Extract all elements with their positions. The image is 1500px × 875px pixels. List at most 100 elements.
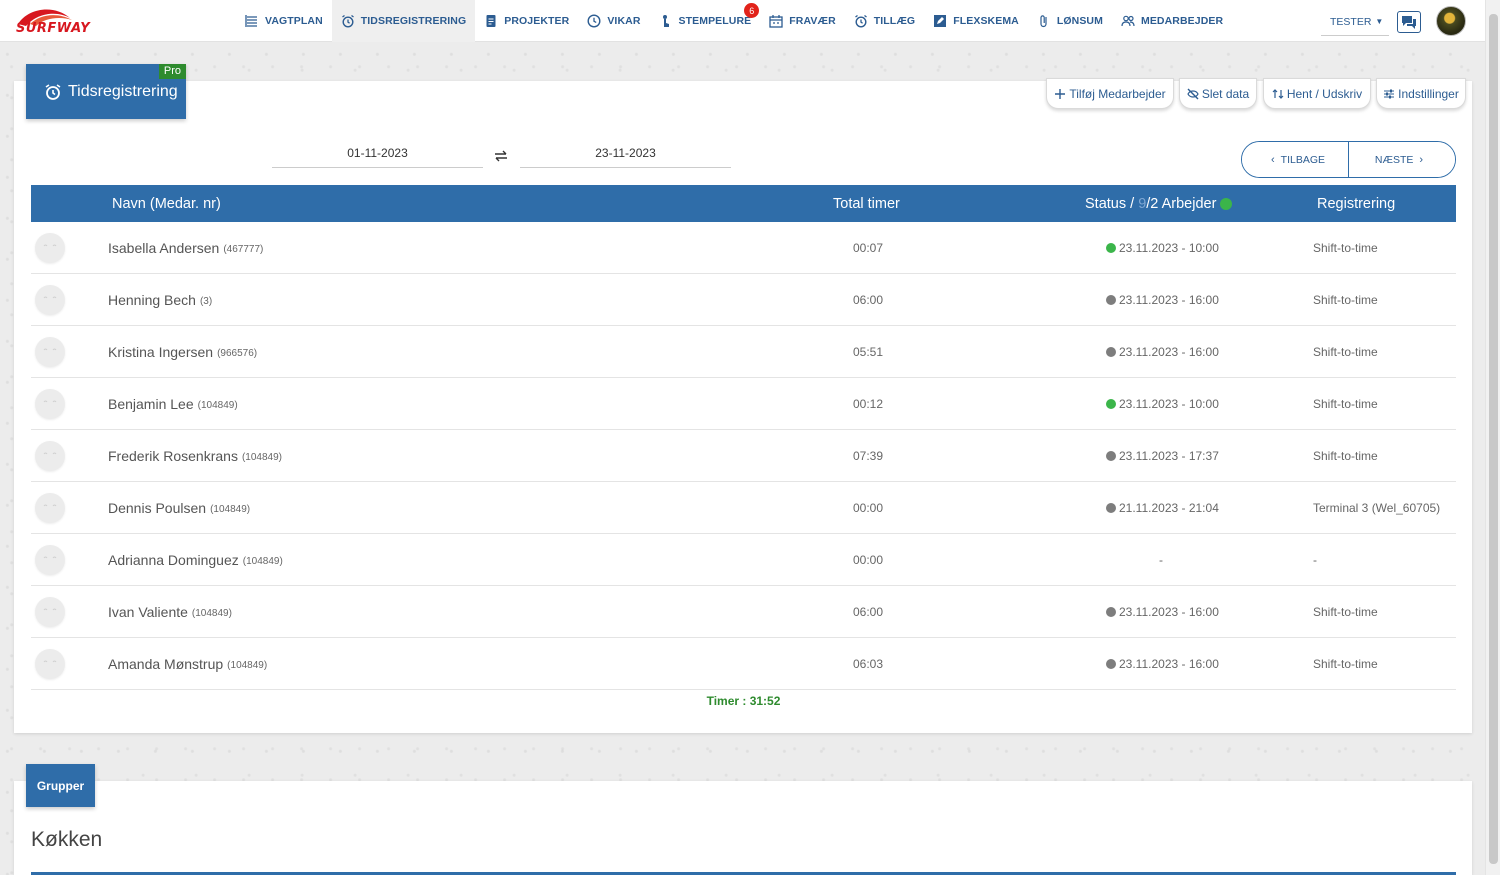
date-from-field[interactable]: 01-11-2023	[272, 146, 483, 168]
employee-name: Amanda Mønstrup	[108, 656, 224, 672]
status-dot	[1106, 399, 1116, 409]
status-text: -	[1159, 553, 1163, 567]
status-cell: 21.11.2023 - 21:04	[1106, 482, 1219, 534]
table-row[interactable]: Frederik Rosenkrans (104849) 07:39 23.11.20…	[31, 430, 1456, 482]
smiley-icon	[43, 348, 57, 351]
plus-icon	[1055, 88, 1066, 99]
sliders-icon	[1384, 89, 1395, 98]
avatar-placeholder	[35, 545, 65, 575]
smiley-icon	[43, 608, 57, 611]
table-row[interactable]: Adrianna Dominguez (104849) 00:00 - -	[31, 534, 1456, 586]
surfway-logo[interactable]: SURFWAY	[14, 4, 90, 38]
main-menu: VAGTPLAN TIDSREGISTRERING PROJEKTER VIKAR ST…	[236, 0, 1232, 42]
table-row[interactable]: Isabella Andersen (467777) 00:07 23.11.2023…	[31, 222, 1456, 274]
groups-tab[interactable]: Grupper	[26, 764, 95, 807]
registration-cell: Shift-to-time	[1313, 241, 1378, 255]
smiley-icon	[43, 400, 57, 403]
back-label: TILBAGE	[1280, 153, 1326, 166]
status-dot	[1106, 451, 1116, 461]
user-name: TESTER	[1330, 15, 1372, 28]
employee-number: (104849)	[191, 607, 232, 619]
document-icon	[484, 14, 498, 28]
nav-item-projekter[interactable]: PROJEKTER	[475, 0, 578, 42]
employee-name-cell[interactable]: Ivan Valiente (104849)	[108, 586, 232, 638]
list-icon	[245, 14, 259, 28]
vertical-scrollbar[interactable]	[1485, 0, 1500, 875]
nav-item-flexskema[interactable]: FLEXSKEMA	[924, 0, 1028, 42]
nav-item-vikar[interactable]: VIKAR	[578, 0, 649, 42]
nav-item-stempelure[interactable]: STEMPELURE 6	[650, 0, 761, 42]
nav-item-label: STEMPELURE	[678, 15, 752, 27]
eye-off-icon	[1187, 88, 1199, 99]
employee-name-cell[interactable]: Amanda Mønstrup (104849)	[108, 638, 267, 690]
avatar-placeholder	[35, 389, 65, 419]
add-employee-button[interactable]: Tilføj Medarbejder	[1046, 78, 1174, 109]
avatar-placeholder	[35, 493, 65, 523]
employee-name-cell[interactable]: Frederik Rosenkrans (104849)	[108, 430, 282, 482]
status-text: 23.11.2023 - 16:00	[1119, 657, 1219, 671]
user-avatar[interactable]	[1436, 6, 1466, 36]
nav-item-label: TILLÆG	[873, 15, 916, 27]
user-menu[interactable]: TESTER ▼	[1321, 8, 1389, 36]
next-label: NÆSTE	[1374, 153, 1414, 166]
employee-name-cell[interactable]: Henning Bech (3)	[108, 274, 212, 326]
status-text: 23.11.2023 - 16:00	[1119, 293, 1219, 307]
total-hours-cell: 07:39	[853, 449, 884, 463]
header-registration[interactable]: Registrering	[1317, 185, 1395, 222]
nav-item-tidsregistrering[interactable]: TIDSREGISTRERING	[331, 0, 476, 42]
employee-number: (467777)	[223, 243, 264, 255]
fetch-print-button[interactable]: Hent / Udskriv	[1263, 78, 1371, 109]
status-dot	[1106, 607, 1116, 617]
nav-item-fravær[interactable]: FRAVÆR	[760, 0, 845, 42]
delete-data-button[interactable]: Slet data	[1179, 78, 1257, 109]
table-row[interactable]: Henning Bech (3) 06:00 23.11.2023 - 16:00 Sh…	[31, 274, 1456, 326]
nav-item-lønsum[interactable]: LØNSUM	[1028, 0, 1112, 42]
delete-data-label: Slet data	[1201, 86, 1250, 101]
alarm-clock-icon	[44, 83, 62, 101]
employee-name: Isabella Andersen	[108, 240, 220, 256]
calendar-icon	[769, 14, 783, 28]
header-name[interactable]: Navn (Medar. nr)	[112, 185, 221, 222]
nav-item-tillæg[interactable]: TILLÆG	[845, 0, 924, 42]
table-row[interactable]: Amanda Mønstrup (104849) 06:03 23.11.2023 -…	[31, 638, 1456, 690]
avatar-placeholder	[35, 337, 65, 367]
total-hours-cell: 00:12	[853, 397, 884, 411]
nav-item-label: MEDARBEJDER	[1140, 15, 1224, 27]
smiley-icon	[43, 660, 57, 663]
employee-name-cell[interactable]: Benjamin Lee (104849)	[108, 378, 238, 430]
settings-button[interactable]: Indstillinger	[1376, 78, 1466, 109]
employee-number: (104849)	[210, 503, 251, 515]
table-row[interactable]: Kristina Ingersen (966576) 05:51 23.11.2023…	[31, 326, 1456, 378]
employee-name-cell[interactable]: Kristina Ingersen (966576)	[108, 326, 257, 378]
employee-name-cell[interactable]: Isabella Andersen (467777)	[108, 222, 263, 274]
back-button[interactable]: ‹ TILBAGE	[1242, 142, 1348, 177]
date-to-field[interactable]: 23-11-2023	[520, 146, 731, 168]
employee-name: Benjamin Lee	[108, 396, 194, 412]
nav-item-medarbejder[interactable]: MEDARBEJDER	[1112, 0, 1232, 42]
table-row[interactable]: Ivan Valiente (104849) 06:00 23.11.2023 - 1…	[31, 586, 1456, 638]
total-hours-cell: 05:51	[853, 345, 884, 359]
employee-name-cell[interactable]: Dennis Poulsen (104849)	[108, 482, 250, 534]
registration-cell: Shift-to-time	[1313, 345, 1378, 359]
logo-text: SURFWAY	[16, 21, 91, 36]
table-row[interactable]: Benjamin Lee (104849) 00:12 23.11.2023 - 10…	[31, 378, 1456, 430]
avatar-placeholder	[35, 233, 65, 263]
header-status[interactable]: Status / 9/2 Arbejder	[1085, 185, 1233, 222]
header-total[interactable]: Total timer	[833, 185, 900, 222]
chat-button[interactable]	[1397, 11, 1421, 33]
table-row[interactable]: Dennis Poulsen (104849) 00:00 21.11.2023 - …	[31, 482, 1456, 534]
status-cell: 23.11.2023 - 17:37	[1106, 430, 1219, 482]
smiley-icon	[43, 556, 57, 559]
scrollbar-thumb[interactable]	[1489, 14, 1498, 864]
employee-number: (104849)	[197, 399, 238, 411]
employee-table-body: Isabella Andersen (467777) 00:07 23.11.2023…	[31, 222, 1456, 690]
swap-icon[interactable]	[494, 149, 508, 163]
next-button[interactable]: NÆSTE ›	[1348, 142, 1455, 177]
employee-name-cell[interactable]: Adrianna Dominguez (104849)	[108, 534, 283, 586]
status-dot	[1106, 347, 1116, 357]
nav-item-vagtplan[interactable]: VAGTPLAN	[236, 0, 332, 42]
employee-number: (104849)	[242, 555, 283, 567]
header-status-prefix: Status /	[1085, 195, 1135, 212]
online-status-dot	[1220, 197, 1233, 210]
registration-cell: -	[1313, 553, 1317, 567]
